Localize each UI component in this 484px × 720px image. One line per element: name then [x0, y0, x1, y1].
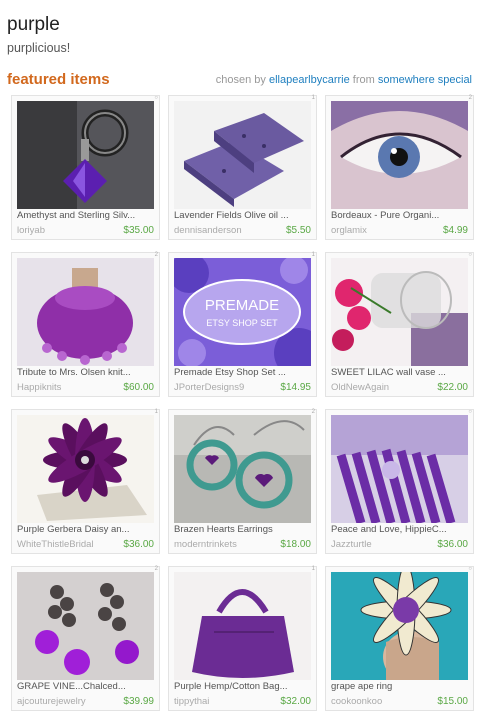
listing-price: $15.00 [437, 696, 468, 707]
card-tag: 1 [311, 566, 315, 572]
card-tag: 2 [154, 252, 158, 258]
listing-shop[interactable]: OldNewAgain [331, 382, 389, 393]
listing-title[interactable]: Purple Hemp/Cotton Bag... [174, 681, 311, 692]
location-link[interactable]: somewhere special [378, 74, 472, 86]
listing-shop[interactable]: loriyab [17, 225, 45, 236]
listing-image-heart-earrings[interactable] [174, 415, 311, 523]
listing-price: $36.00 [123, 539, 154, 550]
listing-image-lilac-wall-vase[interactable] [331, 258, 468, 366]
listing-price: $32.00 [280, 696, 311, 707]
chosen-by-line: chosen by ellapearlbycarrie from somewhe… [216, 74, 472, 86]
card-tag: 1 [154, 409, 158, 415]
listing-shop[interactable]: ajcouturejewelry [17, 696, 86, 707]
listing-image-knit-scarf[interactable] [17, 258, 154, 366]
listing-shop[interactable]: Jazzturtle [331, 539, 372, 550]
listing-price: $60.00 [123, 382, 154, 393]
banner-line-1: PREMADE [205, 297, 279, 314]
listing-shop[interactable]: dennisanderson [174, 225, 242, 236]
listing-price: $39.99 [123, 696, 154, 707]
listing-price: $18.00 [280, 539, 311, 550]
card-tag: 2 [468, 95, 472, 101]
listing-price: $4.99 [442, 225, 468, 236]
listing-image-premade-shop-set[interactable]: PREMADE ETSY SHOP SET [174, 258, 311, 366]
listing-card[interactable]: 1 PREMADE ETSY SHOP SET Premade Etsy Sho… [168, 252, 317, 397]
listing-title[interactable]: Amethyst and Sterling Silv... [17, 210, 154, 221]
listing-title[interactable]: SWEET LILAC wall vase ... [331, 367, 468, 378]
listing-image-hemp-bag[interactable] [174, 572, 311, 680]
banner-line-2: ETSY SHOP SET [206, 318, 278, 328]
listing-title[interactable]: Peace and Love, HippieC... [331, 524, 468, 535]
card-tag: 1 [311, 252, 315, 258]
listing-card[interactable]: 1 Lavender Fields Olive oil ... dennisan… [168, 95, 317, 240]
listing-shop[interactable]: JPorterDesigns9 [174, 382, 244, 393]
listing-shop[interactable]: WhiteThistleBridal [17, 539, 94, 550]
listing-card[interactable]: 2 Bordeaux - Pure Organi... orglamix $4.… [325, 95, 474, 240]
listing-image-gerbera-daisy[interactable] [17, 415, 154, 523]
listing-price: $14.95 [280, 382, 311, 393]
listing-title[interactable]: Lavender Fields Olive oil ... [174, 210, 311, 221]
card-tag: 1 [311, 95, 315, 101]
listing-image-grape-vine-earrings[interactable] [17, 572, 154, 680]
card-tag: ○ [468, 566, 472, 572]
listing-image-amethyst-pendant[interactable] [17, 101, 154, 209]
listing-price: $36.00 [437, 539, 468, 550]
listing-title[interactable]: Premade Etsy Shop Set ... [174, 367, 311, 378]
listing-image-purple-eyeshadow[interactable] [331, 101, 468, 209]
listing-card[interactable]: 1 Purple Hemp/Cotton Bag... tippythai $3… [168, 566, 317, 711]
page-subtitle: purplicious! [7, 41, 71, 55]
listing-price: $22.00 [437, 382, 468, 393]
page-title: purple [7, 14, 60, 35]
listing-card[interactable]: 1 Purple Gerbera Daisy an... WhiteThistl… [11, 409, 160, 554]
card-tag: 2 [311, 409, 315, 415]
curator-link[interactable]: ellapearlbycarrie [269, 74, 350, 86]
listing-shop[interactable]: moderntrinkets [174, 539, 237, 550]
featured-items-heading: featured items [7, 71, 110, 88]
listing-image-lavender-soap[interactable] [174, 101, 311, 209]
listing-card[interactable]: 2 Tribute to Mrs. Olsen knit... Happikni… [11, 252, 160, 397]
card-tag: ○ [468, 252, 472, 258]
listing-shop[interactable]: orglamix [331, 225, 367, 236]
listing-shop[interactable]: tippythai [174, 696, 209, 707]
listing-card[interactable]: ○ Amethyst and Sterling Silv... loriyab … [11, 95, 160, 240]
card-tag: 2 [154, 566, 158, 572]
chosen-by-label: chosen by [215, 74, 266, 86]
listing-card[interactable]: ○ grape ape ring cookoonkoo $15.00 [325, 566, 474, 711]
listing-title[interactable]: GRAPE VINE...Chalced... [17, 681, 154, 692]
listing-title[interactable]: Purple Gerbera Daisy an... [17, 524, 154, 535]
listing-card[interactable]: 2 Brazen Hearts Earrings moderntrinkets … [168, 409, 317, 554]
listing-price: $5.50 [285, 225, 311, 236]
listing-image-grape-ape-ring[interactable] [331, 572, 468, 680]
listing-title[interactable]: grape ape ring [331, 681, 468, 692]
listing-title[interactable]: Bordeaux - Pure Organi... [331, 210, 468, 221]
card-tag: ○ [468, 409, 472, 415]
listing-shop[interactable]: Happiknits [17, 382, 61, 393]
listing-card[interactable]: 2 GRAPE VINE...Chalced... ajcouturejewel… [11, 566, 160, 711]
from-label: from [352, 74, 375, 86]
listing-card[interactable]: ○ SWEET LILAC wall vase ... OldNewAgain … [325, 252, 474, 397]
card-tag: ○ [154, 95, 158, 101]
listing-card[interactable]: ○ Peace and Love, HippieC... Jazzturtle … [325, 409, 474, 554]
listing-shop[interactable]: cookoonkoo [331, 696, 382, 707]
listing-image-hippie-fringe[interactable] [331, 415, 468, 523]
listing-price: $35.00 [123, 225, 154, 236]
listing-title[interactable]: Brazen Hearts Earrings [174, 524, 311, 535]
listing-title[interactable]: Tribute to Mrs. Olsen knit... [17, 367, 154, 378]
